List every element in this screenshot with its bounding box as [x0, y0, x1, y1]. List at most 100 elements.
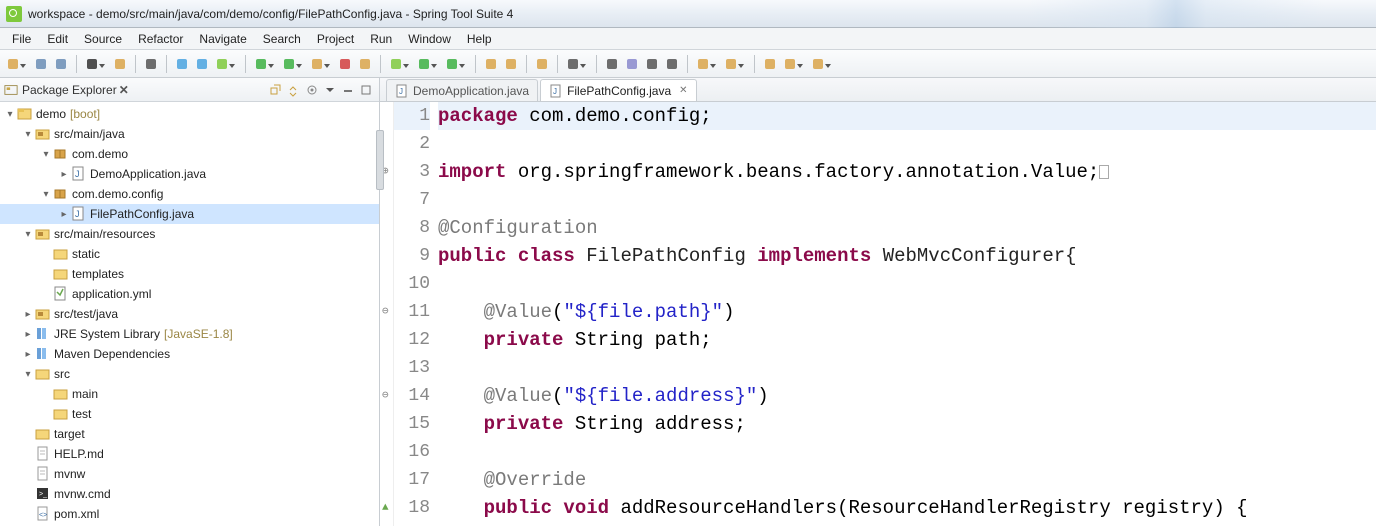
gutter-marker-icon[interactable]: ⊖	[382, 382, 389, 410]
link-editor-icon[interactable]	[286, 82, 302, 98]
editor-tab-filepathconfig-java[interactable]: JFilePathConfig.java✕	[540, 79, 696, 101]
tree-expand-icon[interactable]: ▾	[22, 129, 34, 140]
skip-all-icon[interactable]	[193, 55, 211, 73]
new-pkg-icon[interactable]	[387, 55, 405, 73]
debug-breakpoint-icon[interactable]	[173, 55, 191, 73]
code-line[interactable]	[438, 130, 1376, 158]
tree-item-test[interactable]: test	[0, 404, 379, 424]
tree-item-maven-dependencies[interactable]: ▸Maven Dependencies	[0, 344, 379, 364]
pin-icon[interactable]	[663, 55, 681, 73]
menu-refactor[interactable]: Refactor	[130, 30, 191, 48]
new-class-icon[interactable]	[415, 55, 433, 73]
close-icon[interactable]: ✕	[679, 85, 687, 96]
folded-region-icon[interactable]	[1099, 165, 1109, 179]
tree-expand-icon[interactable]: ▸	[22, 329, 34, 340]
new-icon[interactable]	[4, 55, 22, 73]
code-line[interactable]: @Value("${file.path}")	[438, 298, 1376, 326]
toggle-mark-icon[interactable]	[643, 55, 661, 73]
tree-item-src[interactable]: ▾src	[0, 364, 379, 384]
code-line[interactable]: import org.springframework.beans.factory…	[438, 158, 1376, 186]
tree-expand-icon[interactable]: ▸	[22, 309, 34, 320]
code-line[interactable]	[438, 438, 1376, 466]
code-line[interactable]: private String address;	[438, 410, 1376, 438]
sash-scrollbar-thumb[interactable]	[376, 130, 384, 190]
tree-expand-icon[interactable]: ▾	[4, 109, 16, 120]
save-all-icon[interactable]	[52, 55, 70, 73]
search-icon[interactable]	[564, 55, 582, 73]
next-ann-icon[interactable]	[694, 55, 712, 73]
tree-expand-icon[interactable]: ▾	[22, 369, 34, 380]
tree-item-demo[interactable]: ▾demo [boot]	[0, 104, 379, 124]
new-folder-icon[interactable]	[533, 55, 551, 73]
terminate-icon[interactable]	[336, 55, 354, 73]
code-line[interactable]	[438, 354, 1376, 382]
save-icon[interactable]	[32, 55, 50, 73]
tree-item-templates[interactable]: templates	[0, 264, 379, 284]
tree-item-com-demo-config[interactable]: ▾com.demo.config	[0, 184, 379, 204]
tree-item-main[interactable]: main	[0, 384, 379, 404]
forward-icon[interactable]	[809, 55, 827, 73]
minimize-icon[interactable]	[340, 82, 356, 98]
menu-search[interactable]: Search	[255, 30, 309, 48]
open-task-icon[interactable]	[502, 55, 520, 73]
menu-source[interactable]: Source	[76, 30, 130, 48]
last-edit-icon[interactable]	[761, 55, 779, 73]
focus-task-icon[interactable]	[304, 82, 320, 98]
tree-expand-icon[interactable]: ▾	[40, 149, 52, 160]
explorer-close-indicator[interactable]: ✕	[119, 83, 129, 97]
code-line[interactable]: @Configuration	[438, 214, 1376, 242]
code-line[interactable]: public void addResourceHandlers(Resource…	[438, 494, 1376, 522]
outline-icon[interactable]	[603, 55, 621, 73]
back-icon[interactable]	[781, 55, 799, 73]
tree-item-help-md[interactable]: HELP.md	[0, 444, 379, 464]
maximize-icon[interactable]	[358, 82, 374, 98]
wand-icon[interactable]	[142, 55, 160, 73]
tree-item-application-yml[interactable]: application.yml	[0, 284, 379, 304]
tree-item-filepathconfig-java[interactable]: ▸JFilePathConfig.java	[0, 204, 379, 224]
code-line[interactable]	[438, 186, 1376, 214]
gutter-marker-icon[interactable]: ▲	[382, 494, 389, 522]
run-icon[interactable]	[252, 55, 270, 73]
tree-item-static[interactable]: static	[0, 244, 379, 264]
menu-project[interactable]: Project	[309, 30, 362, 48]
tree-expand-icon[interactable]: ▸	[58, 169, 70, 180]
code-line[interactable]: @Value("${file.address}")	[438, 382, 1376, 410]
task-list-icon[interactable]	[623, 55, 641, 73]
tree-expand-icon[interactable]: ▾	[22, 229, 34, 240]
tree-item-demoapplication-java[interactable]: ▸JDemoApplication.java	[0, 164, 379, 184]
code-content[interactable]: package com.demo.config; import org.spri…	[438, 102, 1376, 526]
tree-item-mvnw-cmd[interactable]: >_mvnw.cmd	[0, 484, 379, 504]
prev-ann-icon[interactable]	[722, 55, 740, 73]
project-tree[interactable]: ▾demo [boot]▾src/main/java▾com.demo▸JDem…	[0, 102, 379, 526]
switch-icon[interactable]	[83, 55, 101, 73]
build-icon[interactable]	[111, 55, 129, 73]
tree-expand-icon[interactable]: ▾	[40, 189, 52, 200]
tree-item-src-main-java[interactable]: ▾src/main/java	[0, 124, 379, 144]
menu-window[interactable]: Window	[400, 30, 459, 48]
menu-run[interactable]: Run	[362, 30, 400, 48]
menu-help[interactable]: Help	[459, 30, 500, 48]
tree-item-com-demo[interactable]: ▾com.demo	[0, 144, 379, 164]
editor-tab-demoapplication-java[interactable]: JDemoApplication.java	[386, 79, 538, 101]
code-line[interactable]: package com.demo.config;	[438, 102, 1376, 130]
code-line[interactable]	[438, 270, 1376, 298]
tree-item-jre-system-library[interactable]: ▸JRE System Library [JavaSE-1.8]	[0, 324, 379, 344]
tree-expand-icon[interactable]: ▸	[22, 349, 34, 360]
code-line[interactable]: @Override	[438, 466, 1376, 494]
tree-item-src-test-java[interactable]: ▸src/test/java	[0, 304, 379, 324]
menu-file[interactable]: File	[4, 30, 39, 48]
tree-item-src-main-resources[interactable]: ▾src/main/resources	[0, 224, 379, 244]
tree-item-pom-xml[interactable]: <>pom.xml	[0, 504, 379, 524]
debug-icon[interactable]	[213, 55, 231, 73]
editor-body[interactable]: 123⊕7891011⊖121314⊖15161718▲ package com…	[380, 102, 1376, 526]
tree-item-mvnw[interactable]: mvnw	[0, 464, 379, 484]
relaunch-icon[interactable]	[356, 55, 374, 73]
code-line[interactable]: private String path;	[438, 326, 1376, 354]
run-last-icon[interactable]	[308, 55, 326, 73]
view-menu-icon[interactable]	[322, 82, 338, 98]
tree-item-target[interactable]: target	[0, 424, 379, 444]
gutter-marker-icon[interactable]: ⊖	[382, 298, 389, 326]
tree-expand-icon[interactable]: ▸	[58, 209, 70, 220]
coverage-icon[interactable]	[280, 55, 298, 73]
new-interface-icon[interactable]	[443, 55, 461, 73]
